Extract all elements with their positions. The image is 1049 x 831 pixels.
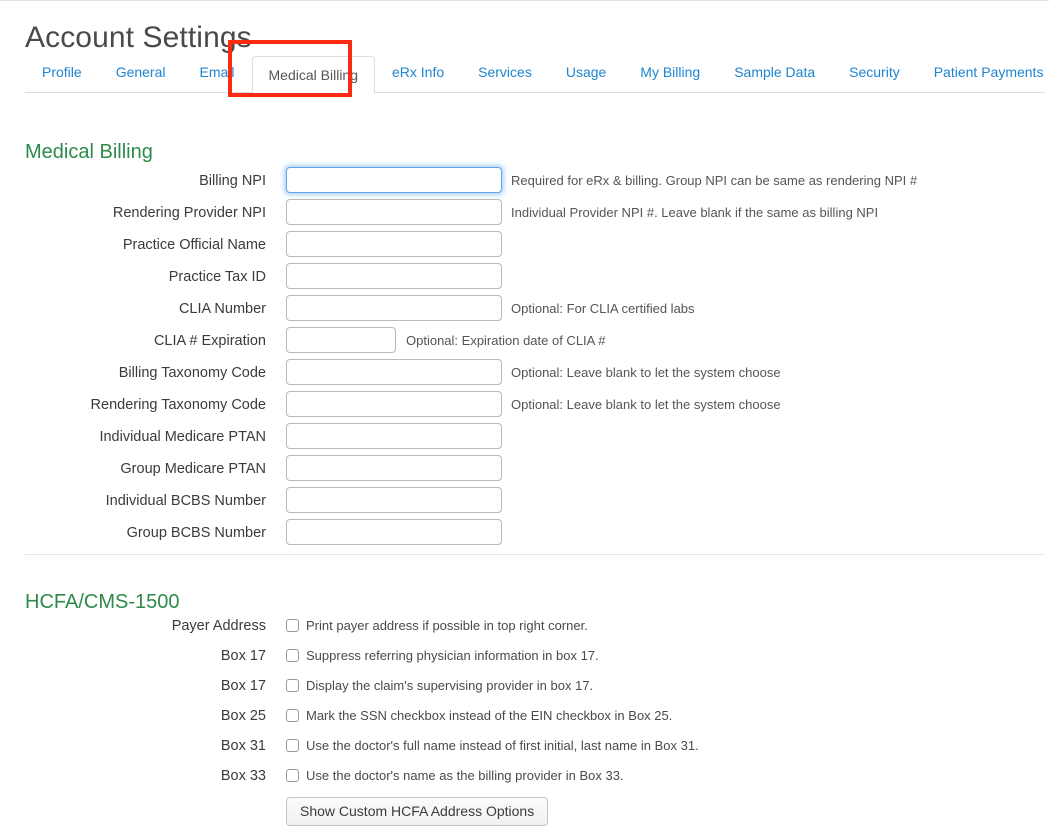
checkbox-row: Box 25 Mark the SSN checkbox instead of t… bbox=[0, 701, 1049, 731]
input-rendering-taxonomy-code[interactable] bbox=[286, 391, 502, 417]
checkbox-description: Mark the SSN checkbox instead of the EIN… bbox=[306, 708, 673, 723]
tab-bar: Profile General Email Medical Billing eRx In… bbox=[25, 52, 1045, 93]
input-practice-tax-id[interactable] bbox=[286, 263, 502, 289]
field-label: Practice Tax ID bbox=[168, 269, 266, 285]
input-group-medicare-ptan[interactable] bbox=[286, 455, 502, 481]
field-hint: Optional: Leave blank to let the system … bbox=[511, 365, 781, 380]
form-row: Practice Tax ID bbox=[0, 261, 1049, 293]
checkbox-row-label: Payer Address bbox=[171, 618, 266, 634]
checkbox-row-label: Box 31 bbox=[220, 738, 266, 754]
tab-list: Profile General Email Medical Billing eRx In… bbox=[25, 52, 1045, 93]
form-row: CLIA # Expiration Optional: Expiration da… bbox=[0, 325, 1049, 357]
input-individual-bcbs-number[interactable] bbox=[286, 487, 502, 513]
checkbox-row-label: Box 17 bbox=[220, 648, 266, 664]
form-row: Rendering Taxonomy Code Optional: Leave b… bbox=[0, 389, 1049, 421]
field-label: Billing Taxonomy Code bbox=[118, 365, 266, 381]
checkbox-1[interactable] bbox=[286, 649, 299, 662]
form-row: Practice Official Name bbox=[0, 229, 1049, 261]
checkbox-row: Box 17 Display the claim's supervising pr… bbox=[0, 671, 1049, 701]
form-row: Group BCBS Number bbox=[0, 517, 1049, 549]
tab-email[interactable]: Email bbox=[183, 56, 252, 88]
tab-erx-info[interactable]: eRx Info bbox=[375, 56, 461, 88]
tab-usage[interactable]: Usage bbox=[549, 56, 623, 88]
checkbox-5[interactable] bbox=[286, 769, 299, 782]
show-custom-hcfa-address-options-button[interactable]: Show Custom HCFA Address Options bbox=[286, 797, 549, 826]
tab-profile[interactable]: Profile bbox=[25, 56, 99, 88]
tab-general[interactable]: General bbox=[99, 56, 183, 88]
input-billing-taxonomy-code[interactable] bbox=[286, 359, 502, 385]
input-clia-expiration[interactable] bbox=[286, 327, 396, 353]
form-row: Individual BCBS Number bbox=[0, 485, 1049, 517]
input-practice-official-name[interactable] bbox=[286, 231, 502, 257]
checkbox-description: Use the doctor's full name instead of fi… bbox=[306, 738, 699, 753]
field-label: Practice Official Name bbox=[122, 237, 266, 253]
checkbox-row: Box 17 Suppress referring physician infor… bbox=[0, 641, 1049, 671]
checkbox-2[interactable] bbox=[286, 679, 299, 692]
tab-sample-data[interactable]: Sample Data bbox=[717, 56, 832, 88]
checkbox-row-label: Box 25 bbox=[220, 708, 266, 724]
field-label: Billing NPI bbox=[199, 173, 266, 189]
input-billing-npi[interactable] bbox=[286, 167, 502, 193]
field-label: Group BCBS Number bbox=[126, 525, 266, 541]
tab-my-billing[interactable]: My Billing bbox=[623, 56, 717, 88]
field-hint: Individual Provider NPI #. Leave blank i… bbox=[511, 205, 879, 220]
checkbox-description: Display the claim's supervising provider… bbox=[306, 678, 594, 693]
field-label: CLIA Number bbox=[178, 301, 266, 317]
field-label: Individual BCBS Number bbox=[105, 493, 266, 509]
tab-patient-payments[interactable]: Patient Payments bbox=[917, 56, 1049, 88]
input-individual-medicare-ptan[interactable] bbox=[286, 423, 502, 449]
checkbox-0[interactable] bbox=[286, 619, 299, 632]
checkbox-description: Use the doctor's name as the billing pro… bbox=[306, 768, 624, 783]
field-hint: Required for eRx & billing. Group NPI ca… bbox=[511, 173, 918, 188]
field-label: Group Medicare PTAN bbox=[120, 461, 266, 477]
checkbox-row-label: Box 17 bbox=[220, 678, 266, 694]
field-hint: Optional: Expiration date of CLIA # bbox=[406, 333, 606, 348]
tab-services[interactable]: Services bbox=[461, 56, 549, 88]
field-hint: Optional: For CLIA certified labs bbox=[511, 301, 695, 316]
form-row: CLIA Number Optional: For CLIA certified … bbox=[0, 293, 1049, 325]
input-rendering-provider-npi[interactable] bbox=[286, 199, 502, 225]
field-label: CLIA # Expiration bbox=[153, 333, 266, 349]
form-row: Billing NPI Required for eRx & billing. G… bbox=[0, 165, 1049, 197]
section-divider bbox=[25, 554, 1045, 555]
checkbox-3[interactable] bbox=[286, 709, 299, 722]
form-row: Billing Taxonomy Code Optional: Leave bla… bbox=[0, 357, 1049, 389]
page-title: Account Settings bbox=[25, 21, 252, 55]
tab-security[interactable]: Security bbox=[832, 56, 917, 88]
field-label: Individual Medicare PTAN bbox=[99, 429, 266, 445]
field-label: Rendering Taxonomy Code bbox=[90, 397, 266, 413]
checkbox-description: Print payer address if possible in top r… bbox=[306, 618, 588, 633]
checkbox-row: Box 33 Use the doctor's name as the billi… bbox=[0, 761, 1049, 791]
tab-medical-billing[interactable]: Medical Billing bbox=[251, 56, 375, 93]
checkbox-row: Payer Address Print payer address if poss… bbox=[0, 611, 1049, 641]
checkbox-description: Suppress referring physician information… bbox=[306, 648, 599, 663]
field-hint: Optional: Leave blank to let the system … bbox=[511, 397, 781, 412]
form-row: Rendering Provider NPI Individual Provide… bbox=[0, 197, 1049, 229]
checkbox-row: Box 31 Use the doctor's full name instead… bbox=[0, 731, 1049, 761]
field-label: Rendering Provider NPI bbox=[112, 205, 266, 221]
input-group-bcbs-number[interactable] bbox=[286, 519, 502, 545]
checkbox-4[interactable] bbox=[286, 739, 299, 752]
input-clia-number[interactable] bbox=[286, 295, 502, 321]
checkbox-row-label: Box 33 bbox=[220, 768, 266, 784]
top-border bbox=[0, 0, 1049, 1]
form-row: Individual Medicare PTAN bbox=[0, 421, 1049, 453]
section-heading-medical-billing: Medical Billing bbox=[25, 140, 153, 163]
form-row: Group Medicare PTAN bbox=[0, 453, 1049, 485]
